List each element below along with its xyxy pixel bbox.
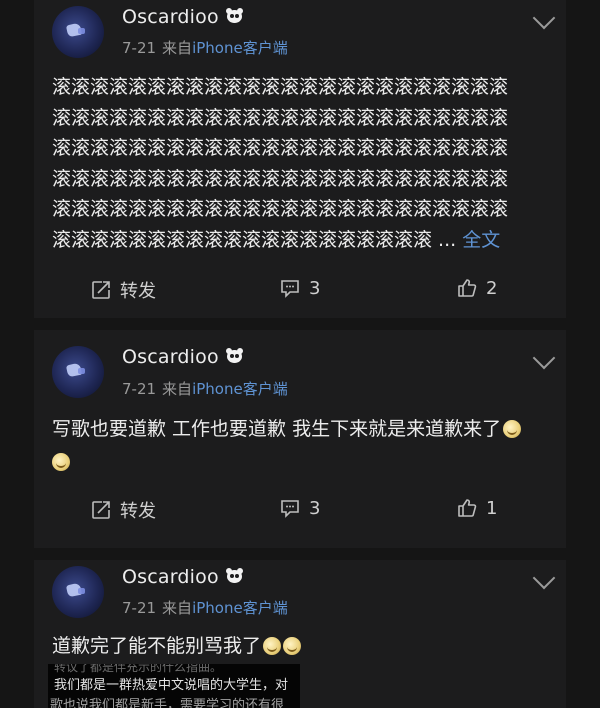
panda-badge-icon bbox=[225, 348, 244, 364]
thumbs-up-icon bbox=[458, 279, 477, 297]
like-button[interactable]: 1 bbox=[456, 497, 497, 519]
text-line: 滚滚滚滚滚滚滚滚滚滚滚滚滚滚滚滚滚滚滚滚滚滚滚滚 bbox=[52, 137, 509, 160]
avatar-figure-detail bbox=[78, 588, 85, 594]
post-text: 写歌也要道歉 工作也要道歉 我生下来就是来道歉来了 bbox=[52, 413, 552, 479]
action-bar: 转发 3 2 bbox=[34, 277, 566, 307]
repost-label: 转发 bbox=[120, 281, 156, 302]
post-date: 7-21 bbox=[122, 380, 157, 398]
like-count: 1 bbox=[486, 497, 498, 519]
avatar[interactable] bbox=[52, 6, 104, 58]
avatar[interactable] bbox=[52, 566, 104, 618]
text-line-content: 滚滚滚滚滚滚滚滚滚滚滚滚滚滚滚滚滚滚滚滚 bbox=[52, 228, 433, 251]
text-line: 滚滚滚滚滚滚滚滚滚滚滚滚滚滚滚滚滚滚滚滚滚滚滚滚 bbox=[52, 198, 509, 221]
username[interactable]: Oscardioo bbox=[122, 346, 244, 368]
post-date: 7-21 bbox=[122, 599, 157, 617]
laugh-cry-emoji-icon bbox=[263, 637, 282, 655]
repost-label: 转发 bbox=[120, 501, 156, 522]
chevron-down-icon[interactable] bbox=[532, 346, 556, 370]
chevron-down-icon[interactable] bbox=[532, 566, 556, 590]
ellipsis: ... bbox=[432, 228, 463, 251]
post-text: 道歉完了能不能别骂我了 bbox=[52, 631, 552, 662]
post-meta: 7-21 来自iPhone客户端 bbox=[122, 37, 288, 58]
source-device[interactable]: iPhone客户端 bbox=[192, 380, 288, 398]
like-count: 2 bbox=[486, 277, 498, 299]
username-text: Oscardioo bbox=[122, 346, 219, 368]
avatar-figure-detail bbox=[78, 368, 85, 374]
repost-icon bbox=[92, 501, 110, 519]
post-text-content: 道歉完了能不能别骂我了 bbox=[52, 635, 262, 657]
post-meta: 7-21 来自iPhone客户端 bbox=[122, 378, 288, 399]
repost-icon bbox=[92, 281, 110, 299]
source-prefix: 来自 bbox=[162, 599, 193, 617]
username-text: Oscardioo bbox=[122, 566, 219, 588]
full-text-link[interactable]: 全文 bbox=[462, 229, 500, 251]
panda-badge-icon bbox=[225, 8, 244, 24]
comment-icon bbox=[281, 500, 299, 518]
repost-button[interactable]: 转发 bbox=[90, 277, 156, 303]
avatar[interactable] bbox=[52, 346, 104, 398]
text-line: 滚滚滚滚滚滚滚滚滚滚滚滚滚滚滚滚滚滚滚滚滚滚滚滚 bbox=[52, 167, 509, 190]
source-prefix: 来自 bbox=[162, 380, 193, 398]
chevron-down-icon[interactable] bbox=[532, 6, 556, 30]
source-device[interactable]: iPhone客户端 bbox=[192, 39, 288, 57]
source-device[interactable]: iPhone客户端 bbox=[192, 599, 288, 617]
post-card: Oscardioo 7-21 来自iPhone客户端 写歌也要道歉 工作也要道歉 … bbox=[34, 330, 566, 548]
username[interactable]: Oscardioo bbox=[122, 566, 244, 588]
avatar-figure-detail bbox=[78, 28, 85, 34]
comment-icon bbox=[281, 280, 299, 298]
thumbs-up-icon bbox=[458, 499, 477, 517]
snippet-line: 歌也说我们都是新手，需要学习的还有很 bbox=[50, 698, 285, 708]
like-button[interactable]: 2 bbox=[456, 277, 497, 299]
embedded-screenshot-snippet: 转议了都是伴充示的什么指曲。 我们都是一群热爱中文说唱的大学生，对 歌也说我们都… bbox=[48, 664, 300, 708]
comment-button[interactable]: 3 bbox=[279, 497, 320, 519]
text-line: 滚滚滚滚滚滚滚滚滚滚滚滚滚滚滚滚滚滚滚滚滚滚滚滚 bbox=[52, 106, 509, 129]
weibo-feed: Oscardioo 7-21 来自iPhone客户端 滚滚滚滚滚滚滚滚滚滚滚滚滚滚… bbox=[0, 0, 600, 708]
text-line: 滚滚滚滚滚滚滚滚滚滚滚滚滚滚滚滚滚滚滚滚滚滚滚滚 bbox=[52, 76, 509, 98]
doge-emoji-icon bbox=[52, 453, 70, 471]
post-meta: 7-21 来自iPhone客户端 bbox=[122, 597, 288, 618]
post-card: Oscardioo 7-21 来自iPhone客户端 滚滚滚滚滚滚滚滚滚滚滚滚滚滚… bbox=[34, 0, 566, 318]
action-bar: 转发 3 1 bbox=[34, 497, 566, 527]
post-text-content: 写歌也要道歉 工作也要道歉 我生下来就是来道歉来了 bbox=[52, 418, 502, 440]
snippet-line: 我们都是一群热爱中文说唱的大学生，对 bbox=[54, 678, 289, 693]
username[interactable]: Oscardioo bbox=[122, 6, 244, 28]
comment-button[interactable]: 3 bbox=[279, 277, 320, 299]
panda-badge-icon bbox=[225, 568, 244, 584]
repost-button[interactable]: 转发 bbox=[90, 497, 156, 523]
post-date: 7-21 bbox=[122, 39, 157, 57]
comment-count: 3 bbox=[309, 497, 321, 519]
post-text: 滚滚滚滚滚滚滚滚滚滚滚滚滚滚滚滚滚滚滚滚滚滚滚滚 滚滚滚滚滚滚滚滚滚滚滚滚滚滚滚… bbox=[52, 72, 552, 256]
source-prefix: 来自 bbox=[162, 39, 193, 57]
username-text: Oscardioo bbox=[122, 6, 219, 28]
text-line-last: 滚滚滚滚滚滚滚滚滚滚滚滚滚滚滚滚滚滚滚滚 ... 全文 bbox=[52, 225, 552, 256]
laugh-cry-emoji-icon bbox=[283, 637, 302, 655]
doge-emoji-icon bbox=[503, 420, 522, 438]
comment-count: 3 bbox=[309, 277, 321, 299]
